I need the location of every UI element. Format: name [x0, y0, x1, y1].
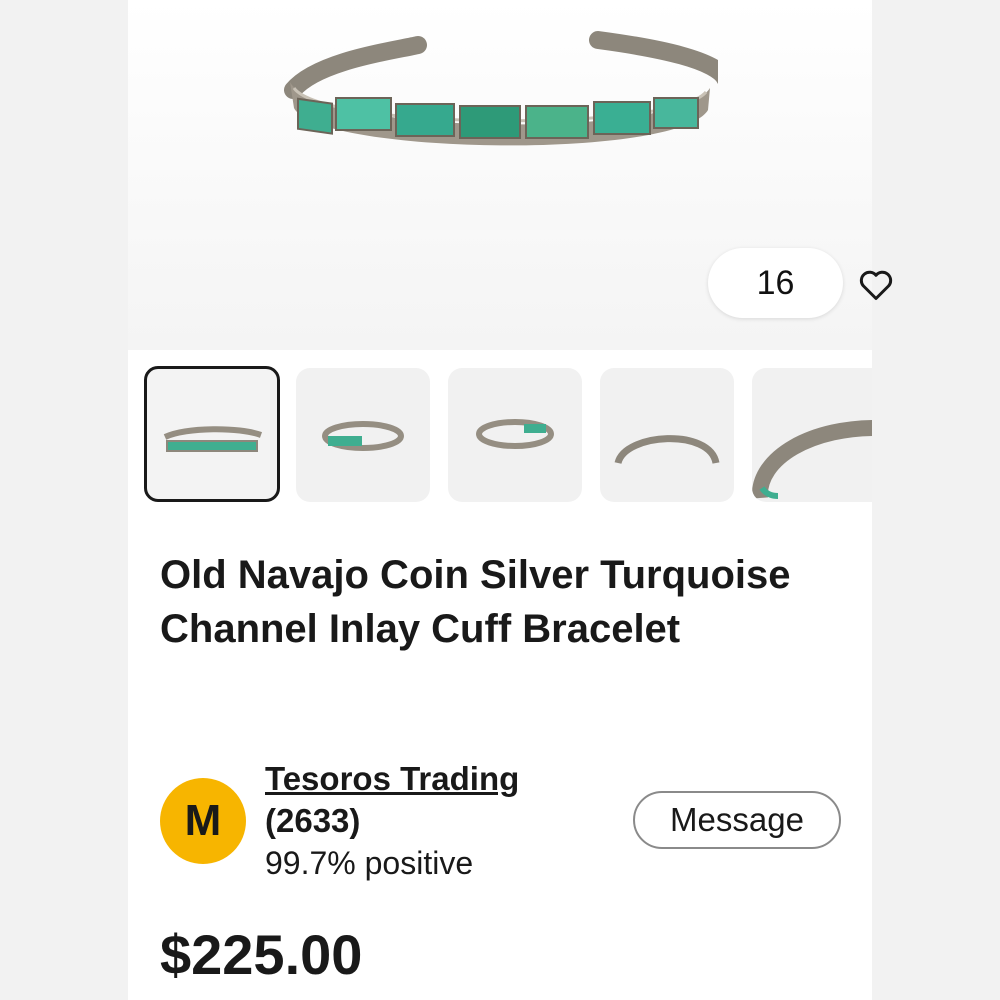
favorite-button[interactable]: 16	[708, 248, 893, 318]
thumbnail-5[interactable]	[752, 368, 872, 502]
message-button[interactable]: Message	[633, 791, 841, 849]
price: $225.00	[160, 923, 363, 986]
thumbnail-1[interactable]	[144, 366, 280, 502]
thumbnail-bracelet-image	[163, 426, 263, 452]
favorite-count: 16	[756, 263, 795, 302]
thumbnail-bracelet-image	[476, 419, 554, 449]
thumbnail-2[interactable]	[296, 368, 430, 502]
main-product-image[interactable]: 16	[128, 0, 893, 350]
listing-page: 16 Old Navajo Coin Silver Turquoise Chan…	[128, 0, 893, 1000]
thumbnail-4[interactable]	[600, 368, 734, 502]
seller-feedback-count: (2633)	[265, 802, 361, 839]
thumbnail-bracelet-image	[614, 435, 720, 465]
listing-title: Old Navajo Coin Silver Turquoise Channel…	[160, 553, 791, 651]
seller-avatar[interactable]: M	[160, 778, 246, 864]
thumbnail-bracelet-image	[752, 420, 872, 499]
thumbnail-bracelet-image	[322, 421, 404, 451]
seller-name-link[interactable]: Tesoros Trading	[265, 758, 519, 800]
thumbnail-3[interactable]	[448, 368, 582, 502]
bracelet-image	[284, 31, 718, 146]
heart-icon	[859, 270, 893, 300]
seller-positive-rating: 99.7% positive	[265, 845, 474, 881]
thumbnail-strip	[144, 366, 872, 504]
